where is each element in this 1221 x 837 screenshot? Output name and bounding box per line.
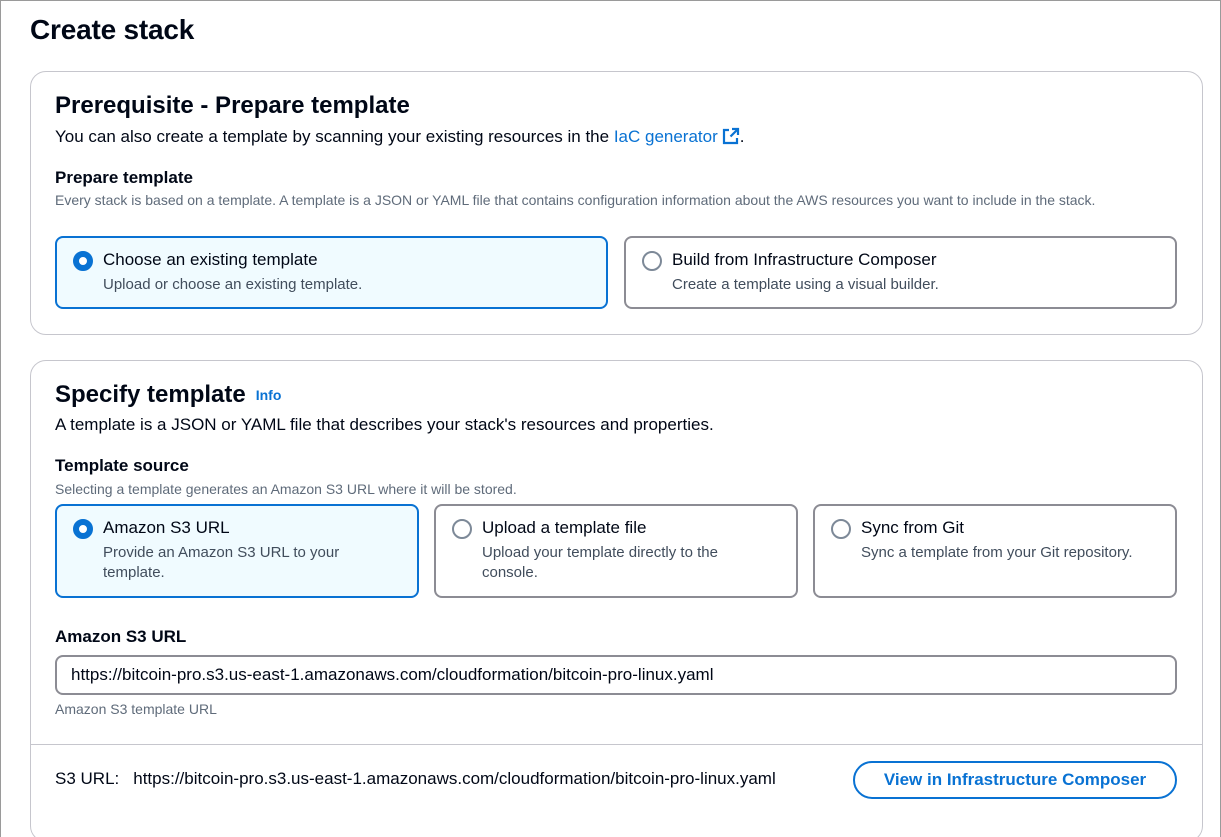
- s3-url-row: S3 URL: https://bitcoin-pro.s3.us-east-1.…: [55, 769, 776, 789]
- external-link-icon: [722, 127, 740, 150]
- amazon-s3-url-label: Amazon S3 URL: [55, 627, 187, 646]
- prerequisite-desc-suffix: .: [739, 127, 745, 146]
- panel-divider: [31, 744, 1202, 745]
- prepare-template-label: Prepare template: [55, 168, 193, 187]
- option-title: Choose an existing template: [103, 250, 318, 269]
- template-source-description: Selecting a template generates an Amazon…: [55, 481, 517, 497]
- radio-unselected-icon: [642, 251, 662, 271]
- specify-template-title: Specify template: [55, 381, 246, 408]
- page-title: Create stack: [30, 14, 195, 45]
- amazon-s3-url-constraint: Amazon S3 template URL: [55, 701, 217, 717]
- option-title: Amazon S3 URL: [103, 518, 230, 537]
- option-description: Upload your template directly to the con…: [482, 544, 718, 581]
- option-build-from-infrastructure-composer[interactable]: Build from Infrastructure Composer Creat…: [624, 236, 1177, 309]
- option-description: Provide an Amazon S3 URL to your templat…: [103, 544, 340, 581]
- view-in-infrastructure-composer-button[interactable]: View in Infrastructure Composer: [853, 761, 1177, 799]
- option-description: Create a template using a visual builder…: [672, 276, 939, 293]
- radio-selected-icon: [73, 519, 93, 539]
- prerequisite-panel: Prerequisite - Prepare template You can …: [30, 71, 1203, 335]
- option-sync-from-git[interactable]: Sync from Git Sync a template from your …: [813, 504, 1177, 598]
- option-amazon-s3-url[interactable]: Amazon S3 URL Provide an Amazon S3 URL t…: [55, 504, 419, 598]
- radio-unselected-icon: [831, 519, 851, 539]
- radio-unselected-icon: [452, 519, 472, 539]
- radio-selected-icon: [73, 251, 93, 271]
- option-description: Upload or choose an existing template.: [103, 276, 363, 293]
- option-choose-existing-template[interactable]: Choose an existing template Upload or ch…: [55, 236, 608, 309]
- iac-generator-link-text: IaC generator: [613, 127, 718, 146]
- option-title: Sync from Git: [861, 518, 964, 537]
- specify-template-heading: Specify template Info: [55, 381, 281, 409]
- info-link[interactable]: Info: [256, 387, 282, 403]
- option-title: Upload a template file: [482, 518, 647, 537]
- prerequisite-desc-prefix: You can also create a template by scanni…: [55, 127, 614, 146]
- specify-template-description: A template is a JSON or YAML file that d…: [55, 415, 714, 434]
- prerequisite-heading: Prerequisite - Prepare template: [55, 92, 410, 119]
- amazon-s3-url-input[interactable]: https://bitcoin-pro.s3.us-east-1.amazona…: [55, 655, 1177, 695]
- template-source-label: Template source: [55, 456, 189, 475]
- option-description: Sync a template from your Git repository…: [861, 544, 1133, 561]
- iac-generator-link[interactable]: IaC generator: [614, 127, 740, 146]
- option-upload-template-file[interactable]: Upload a template file Upload your templ…: [434, 504, 798, 598]
- s3-url-value: https://bitcoin-pro.s3.us-east-1.amazona…: [133, 769, 776, 788]
- s3-url-label: S3 URL:: [55, 769, 120, 788]
- prepare-template-description: Every stack is based on a template. A te…: [55, 192, 1096, 208]
- prerequisite-description: You can also create a template by scanni…: [55, 127, 745, 150]
- option-title: Build from Infrastructure Composer: [672, 250, 937, 269]
- specify-template-panel: Specify template Info A template is a JSO…: [30, 360, 1203, 837]
